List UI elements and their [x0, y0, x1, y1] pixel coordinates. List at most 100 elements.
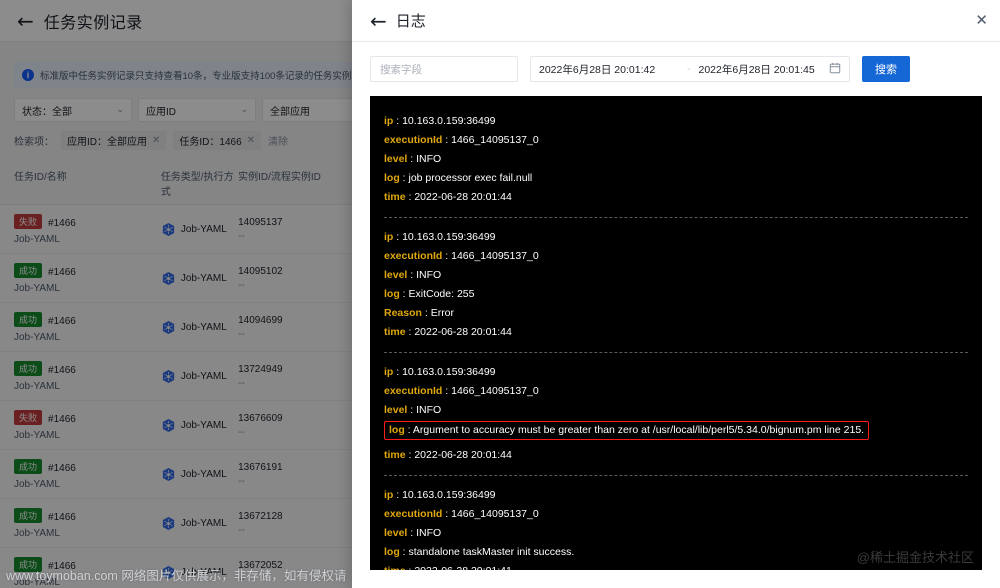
process-instance-id: -- — [238, 475, 245, 487]
watermark-bottom: www.toymoban.com 网络图片仅供展示，非存储，如有侵权请 — [6, 569, 347, 583]
log-field-key: log — [384, 288, 400, 300]
status-badge: 成功 — [14, 508, 43, 524]
back-arrow-icon[interactable]: ← — [370, 11, 387, 31]
job-type-label: Job-YAML — [180, 468, 227, 480]
table-row[interactable]: 成功 #1466 Job-YAML Job-YAML 13676191 -- — [0, 450, 368, 499]
task-id: #1466 — [48, 414, 76, 425]
log-line: executionId : 1466_14095137_0 — [384, 505, 968, 524]
calendar-icon[interactable] — [829, 62, 841, 77]
log-line: executionId : 1466_14095137_0 — [384, 382, 968, 401]
log-line: ip : 10.163.0.159:36499 — [384, 228, 968, 247]
task-instance-record-page: ← 任务实例记录 i 标准版中任务实例记录只支持查看10条，专业版支持100条记… — [0, 0, 368, 588]
log-line: level : INFO — [384, 150, 968, 169]
table-row[interactable]: 成功 #1466 Job-YAML Job-YAML 13724949 -- — [0, 352, 368, 401]
cell-task: 成功 #1466 Job-YAML — [14, 507, 161, 539]
task-name: Job-YAML — [14, 332, 60, 343]
task-name: Job-YAML — [14, 528, 60, 539]
log-field-value: : job processor exec fail.null — [399, 172, 533, 184]
log-field-value: : 2022-06-28 20:01:44 — [405, 191, 512, 203]
watermark-right: @稀土掘金技术社区 — [856, 550, 974, 565]
cell-type: Job-YAML — [161, 271, 238, 286]
cell-task: 成功 #1466 Job-YAML — [14, 262, 161, 294]
cell-instance: 13672128 -- — [238, 511, 354, 536]
log-field-key: level — [384, 269, 408, 281]
screen-root: ← 任务实例记录 i 标准版中任务实例记录只支持查看10条，专业版支持100条记… — [0, 0, 1000, 588]
task-id: #1466 — [48, 218, 76, 229]
task-id: #1466 — [48, 267, 76, 278]
log-field-key: executionId — [384, 508, 443, 520]
table-row[interactable]: 成功 #1466 Job-YAML Job-YAML 13672128 -- — [0, 499, 368, 548]
search-tag-appid[interactable]: 应用ID：全部应用 ✕ — [61, 131, 167, 150]
table-row[interactable]: 成功 #1466 Job-YAML Job-YAML 14095102 -- — [0, 254, 368, 303]
log-field-value: : INFO — [407, 153, 442, 165]
log-line: level : INFO — [384, 524, 968, 543]
log-output-panel[interactable]: ip : 10.163.0.159:36499 executionId : 146… — [370, 96, 982, 570]
job-type-label: Job-YAML — [180, 370, 227, 382]
log-entry: ip : 10.163.0.159:36499 executionId : 146… — [384, 224, 968, 342]
search-tag-taskid[interactable]: 任务ID：1466 ✕ — [173, 131, 262, 150]
kubernetes-icon — [162, 271, 174, 285]
instance-id: 13676609 — [238, 412, 283, 424]
task-id: #1466 — [48, 512, 76, 523]
close-icon[interactable]: ✕ — [971, 11, 992, 30]
log-field-value: : INFO — [407, 269, 442, 281]
kubernetes-icon — [162, 320, 174, 334]
cell-instance: 14095137 -- — [238, 217, 354, 242]
status-badge: 失败 — [14, 214, 43, 230]
back-arrow-icon[interactable]: ← — [17, 11, 34, 31]
log-line: Reason : Error — [384, 304, 968, 323]
log-field-value: : 2022-06-28 20:01:41 — [406, 565, 512, 570]
status-badge: 成功 — [14, 312, 43, 328]
filter-status-select[interactable]: 状态：全部 ⌄ — [14, 98, 132, 122]
filter-appid-label: 应用ID — [146, 106, 176, 118]
log-field-key: log — [389, 424, 405, 436]
job-type-label: Job-YAML — [180, 321, 227, 333]
log-line: time : 2022-06-28 20:01:44 — [384, 323, 968, 342]
log-field-key: executionId — [384, 134, 443, 146]
log-field-value: : Argument to accuracy must be greater t… — [404, 424, 865, 436]
log-entry-separator — [384, 217, 968, 218]
filter-appid-select[interactable]: 应用ID ⌄ — [138, 98, 256, 122]
task-name: Job-YAML — [14, 479, 60, 490]
log-field-value: : 2022-06-28 20:01:44 — [405, 449, 512, 461]
table-row[interactable]: 失败 #1466 Job-YAML Job-YAML 13676609 -- — [0, 401, 368, 450]
filter-status-label: 状态：全部 — [22, 106, 72, 118]
table-row[interactable]: 失败 #1466 Job-YAML Job-YAML 14095137 -- — [0, 205, 368, 254]
instance-id: 14095137 — [238, 216, 283, 228]
log-line: ip : 10.163.0.159:36499 — [384, 112, 968, 131]
task-id: #1466 — [48, 316, 76, 327]
page-header: ← 任务实例记录 — [0, 0, 368, 42]
task-name: Job-YAML — [14, 381, 60, 392]
date-range-picker[interactable]: 2022年6月28日 20:01:42 - 2022年6月28日 20:01:4… — [530, 56, 850, 82]
date-range-end[interactable]: 2022年6月28日 20:01:45 — [699, 62, 824, 77]
log-field-value: : 10.163.0.159:36499 — [393, 366, 496, 378]
search-field-input[interactable]: 搜索字段 — [370, 56, 518, 82]
log-line: executionId : 1466_14095137_0 — [384, 247, 968, 266]
log-field-key: executionId — [384, 385, 443, 397]
log-entry-separator — [384, 352, 968, 353]
task-name: Job-YAML — [14, 283, 60, 294]
drawer-title: 日志 — [395, 13, 426, 30]
filter-row: 状态：全部 ⌄ 应用ID ⌄ 全部应用 ⌄ — [14, 98, 368, 122]
date-range-start[interactable]: 2022年6月28日 20:01:42 — [539, 62, 679, 77]
cell-instance: 14095102 -- — [238, 266, 354, 291]
close-icon[interactable]: ✕ — [247, 135, 255, 146]
cell-type: Job-YAML — [161, 516, 238, 531]
cell-instance: 13676609 -- — [238, 413, 354, 438]
search-button[interactable]: 搜索 — [862, 56, 910, 82]
table-row[interactable]: 成功 #1466 Job-YAML Job-YAML 14094699 -- — [0, 303, 368, 352]
clear-filters-link[interactable]: 清除 — [268, 133, 288, 148]
log-field-value: : 10.163.0.159:36499 — [393, 489, 496, 501]
instance-id: 14094699 — [238, 314, 283, 326]
column-header-instance: 实例ID/流程实例ID — [238, 172, 321, 183]
log-field-value: : INFO — [407, 527, 442, 539]
column-header-type: 任务类型/执行方式 — [160, 172, 234, 198]
kubernetes-icon — [162, 418, 174, 432]
task-name: Job-YAML — [14, 234, 60, 245]
job-type-label: Job-YAML — [180, 272, 227, 284]
status-badge: 成功 — [14, 459, 43, 475]
task-id: #1466 — [48, 463, 76, 474]
cell-task: 失败 #1466 Job-YAML — [14, 213, 161, 245]
close-icon[interactable]: ✕ — [152, 135, 160, 146]
log-field-key: time — [384, 191, 406, 203]
